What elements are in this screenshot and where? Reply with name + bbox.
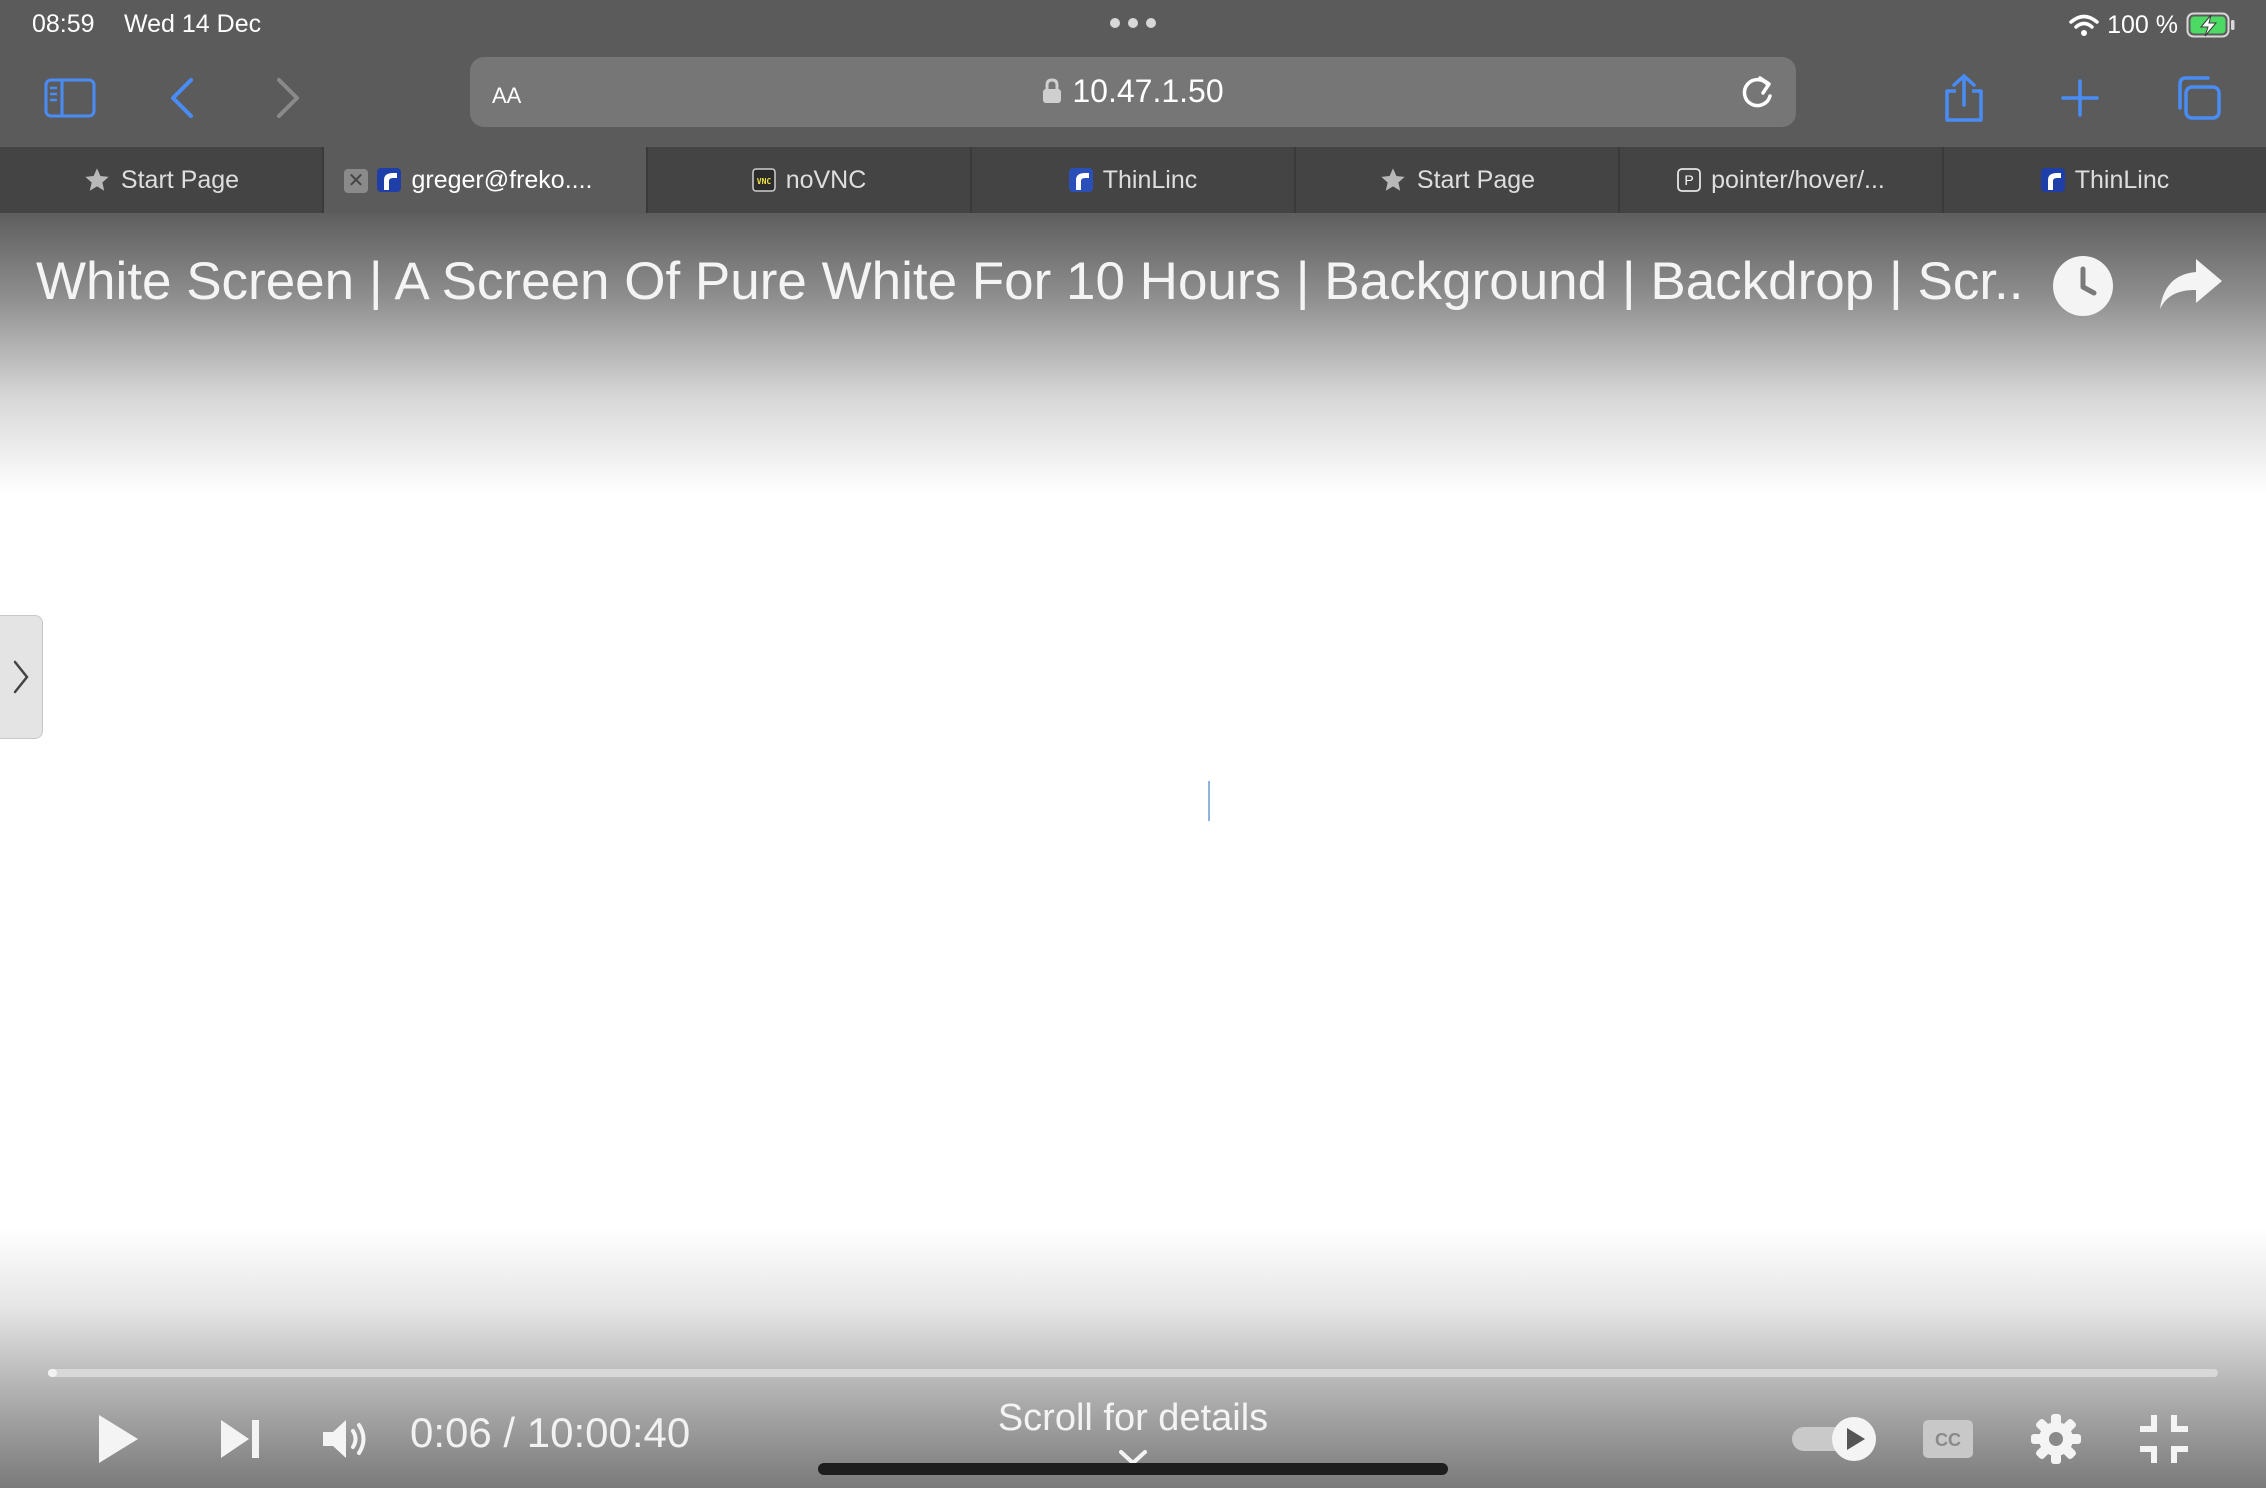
lock-icon (1043, 78, 1062, 103)
new-tab-button[interactable] (2050, 68, 2110, 128)
chevron-right-icon (13, 660, 29, 694)
closed-captions-icon: CC (1923, 1420, 1973, 1458)
tabs-overview-button[interactable] (2168, 68, 2228, 128)
settings-button[interactable] (2026, 1409, 2086, 1469)
status-bar: 08:59 Wed 14 Dec 100 % (0, 0, 2266, 50)
tab-start-page-2[interactable]: Start Page (1296, 147, 1620, 213)
status-date: Wed 14 Dec (124, 10, 262, 38)
exit-fullscreen-button[interactable] (2134, 1409, 2194, 1469)
novnc-favicon-icon: VNC (751, 168, 776, 192)
share-arrow-icon[interactable] (2158, 257, 2224, 311)
exit-fullscreen-icon (2140, 1415, 2188, 1463)
back-button[interactable] (152, 68, 212, 128)
multitasking-dots-icon[interactable] (1108, 16, 1158, 30)
url-host-wrapper[interactable]: 10.47.1.50 (470, 73, 1796, 110)
svg-text:VNC: VNC (756, 177, 771, 186)
tab-label: greger@freko.... (411, 165, 593, 194)
tab-label: noVNC (785, 165, 867, 194)
watch-later-clock-icon[interactable] (2052, 255, 2114, 317)
close-tab-icon[interactable]: ✕ (344, 169, 368, 193)
battery-charging-icon (2186, 12, 2235, 38)
new-tab-icon (2061, 79, 2099, 117)
share-icon (1945, 74, 1983, 122)
battery-percent: 100 % (2107, 10, 2178, 39)
video-title[interactable]: White Screen | A Screen Of Pure White Fo… (36, 251, 2026, 312)
tab-bar: Start Page ✕ greger@freko.... VNC noVNC … (0, 147, 2266, 213)
tab-label: ThinLinc (2074, 165, 2170, 194)
reload-icon[interactable] (1738, 72, 1776, 112)
tab-label: Start Page (1416, 165, 1536, 194)
star-icon (1381, 168, 1405, 191)
tab-thinlinc-2[interactable]: ThinLinc (1944, 147, 2266, 213)
progress-fill (48, 1369, 57, 1377)
home-indicator[interactable] (818, 1463, 1448, 1475)
gear-icon (2031, 1414, 2081, 1464)
tab-label: pointer/hover/... (1711, 165, 1885, 194)
url-host: 10.47.1.50 (1072, 73, 1224, 109)
forward-icon (277, 78, 299, 118)
thinlinc-favicon-icon (2040, 168, 2065, 192)
letter-p-favicon-icon: P (1677, 168, 1702, 192)
thinlinc-favicon-icon (1068, 168, 1093, 192)
autoplay-toggle[interactable] (1790, 1409, 1880, 1469)
status-time: 08:59 (32, 10, 95, 38)
svg-text:P: P (1684, 172, 1693, 188)
forward-button[interactable] (258, 68, 318, 128)
tab-thinlinc[interactable]: ThinLinc (972, 147, 1296, 213)
status-indicators: 100 % (2069, 8, 2236, 42)
captions-button[interactable]: CC (1918, 1409, 1978, 1469)
tabs-overview-icon (2178, 76, 2221, 120)
wifi-icon (2069, 14, 2099, 36)
svg-text:CC: CC (1935, 1430, 1961, 1450)
star-icon (85, 168, 109, 191)
tab-label: Start Page (120, 165, 240, 194)
address-bar[interactable]: AA 10.47.1.50 (470, 57, 1796, 127)
side-panel-handle[interactable] (0, 615, 43, 739)
video-player[interactable]: White Screen | A Screen Of Pure White Fo… (0, 213, 2266, 1488)
share-button[interactable] (1934, 68, 1994, 128)
sidebar-button[interactable] (40, 68, 100, 128)
tab-label: ThinLinc (1102, 165, 1198, 194)
back-icon (171, 78, 193, 118)
tab-start-page[interactable]: Start Page (0, 147, 324, 213)
text-cursor (1208, 781, 1210, 821)
autoplay-toggle-icon (1792, 1417, 1876, 1461)
sidebar-icon (44, 78, 96, 118)
tab-greger[interactable]: ✕ greger@freko.... (324, 147, 648, 213)
thinlinc-favicon-icon (377, 168, 402, 192)
video-progress-bar[interactable] (48, 1369, 2218, 1377)
tab-novnc[interactable]: VNC noVNC (648, 147, 972, 213)
tab-pointer-hover[interactable]: P pointer/hover/... (1620, 147, 1944, 213)
